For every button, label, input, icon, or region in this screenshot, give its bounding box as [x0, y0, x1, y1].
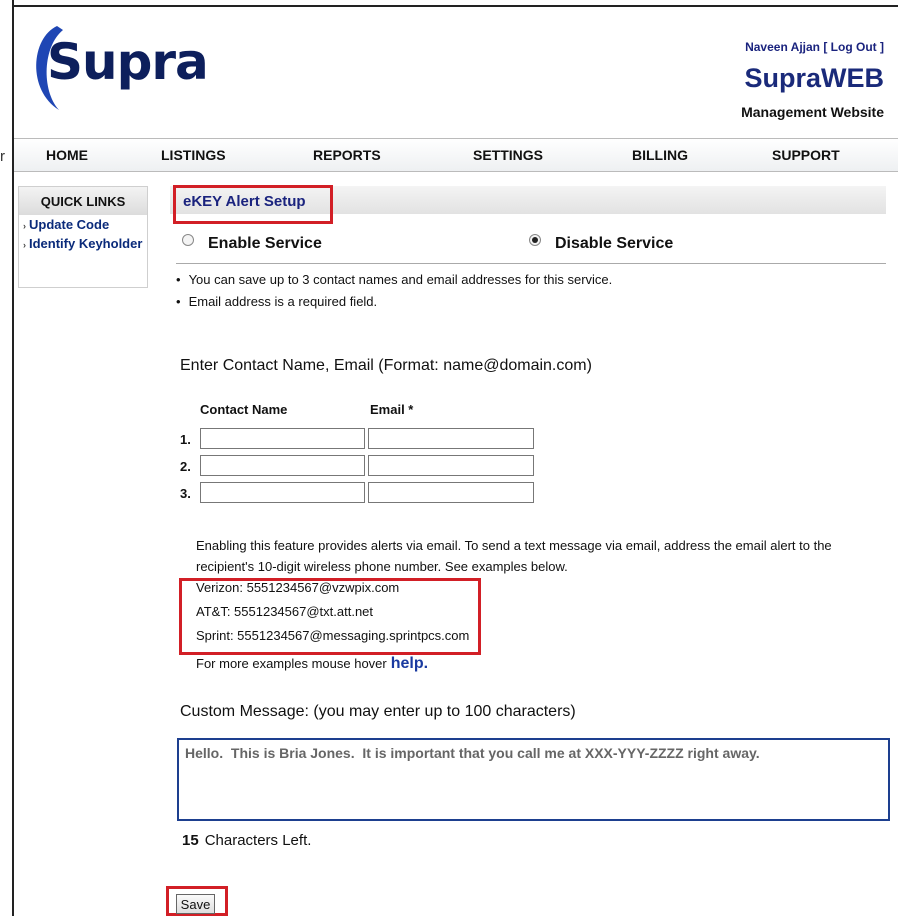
enable-service-label: Enable Service	[208, 235, 322, 252]
nav-settings[interactable]: SETTINGS	[473, 147, 543, 163]
help-link[interactable]: help.	[391, 655, 428, 672]
contact-name-input-1[interactable]	[200, 428, 365, 449]
row-number: 1.	[180, 432, 191, 447]
supra-logo[interactable]: Supra	[47, 33, 209, 91]
contacts-instructions: Enter Contact Name, Email (Format: name@…	[180, 357, 592, 374]
quick-link-identify-keyholder[interactable]: › Identify Keyholder	[19, 234, 147, 253]
chars-left-count: 15	[182, 832, 199, 849]
more-examples-text: For more examples mouse hover	[196, 656, 387, 671]
column-email: Email *	[370, 402, 414, 417]
nav-billing[interactable]: BILLING	[632, 147, 688, 163]
disable-service-label: Disable Service	[555, 235, 674, 252]
quick-links-title: QUICK LINKS	[19, 187, 147, 215]
page-frame-top	[12, 5, 898, 7]
highlight-box-title	[173, 185, 333, 224]
enable-service-option[interactable]: Enable Service	[182, 234, 322, 253]
caret-right-icon: ›	[23, 221, 26, 231]
brand-title: SupraWEB	[744, 63, 884, 93]
radio-disable[interactable]	[529, 234, 541, 246]
quick-links-panel: QUICK LINKS › Update Code › Identify Keyho…	[18, 186, 148, 288]
save-button[interactable]: Save	[176, 894, 215, 914]
radio-enable[interactable]	[182, 234, 194, 246]
main-nav: HOME LISTINGS REPORTS SETTINGS BILLING S…	[14, 138, 898, 172]
quick-link-update-code[interactable]: › Update Code	[19, 215, 147, 234]
column-contact-name: Contact Name	[200, 402, 288, 417]
user-name: Naveen Ajjan	[745, 40, 820, 54]
email-input-1[interactable]	[368, 428, 534, 449]
disable-service-option[interactable]: Disable Service	[529, 234, 673, 253]
quick-link-label: Update Code	[29, 217, 110, 232]
info-text-line: recipient's 10-digit wireless phone numb…	[196, 559, 568, 574]
bullet-item: Email address is a required field.	[176, 294, 378, 309]
chars-left: 15 Characters Left.	[182, 832, 311, 849]
more-examples-line: For more examples mouse hover help.	[196, 655, 428, 673]
quick-link-label: Identify Keyholder	[29, 236, 143, 251]
email-input-2[interactable]	[368, 455, 534, 476]
nav-support[interactable]: SUPPORT	[772, 147, 840, 163]
row-number: 3.	[180, 486, 191, 501]
row-number: 2.	[180, 459, 191, 474]
custom-message-input[interactable]: Hello. This is Bria Jones. It is importa…	[177, 738, 890, 821]
stray-character: r	[0, 148, 5, 165]
contact-name-input-3[interactable]	[200, 482, 365, 503]
logout-link[interactable]: [ Log Out ]	[823, 40, 884, 54]
chars-left-text: Characters Left.	[204, 832, 312, 849]
caret-right-icon: ›	[23, 240, 26, 250]
nav-home[interactable]: HOME	[46, 147, 88, 163]
nav-reports[interactable]: REPORTS	[313, 147, 381, 163]
custom-message-label: Custom Message: (you may enter up to 100…	[180, 703, 576, 720]
nav-listings[interactable]: LISTINGS	[161, 147, 226, 163]
info-text-line: Enabling this feature provides alerts vi…	[196, 538, 832, 553]
user-info: Naveen Ajjan [ Log Out ]	[745, 40, 884, 54]
highlight-box-examples	[179, 578, 481, 655]
bullet-item: You can save up to 3 contact names and e…	[176, 272, 613, 287]
email-input-3[interactable]	[368, 482, 534, 503]
contact-name-input-2[interactable]	[200, 455, 365, 476]
brand-subtitle: Management Website	[741, 104, 884, 120]
divider	[176, 263, 886, 264]
